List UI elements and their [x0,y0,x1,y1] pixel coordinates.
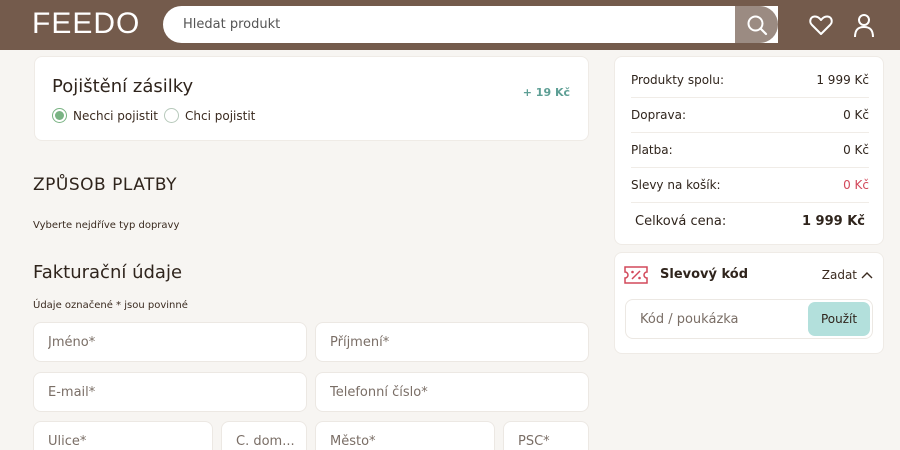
chevron-up-icon [861,272,873,279]
summary-value: 1 999 Kč [816,73,869,87]
apply-discount-button[interactable]: Použít [808,302,870,336]
radio-unchecked-icon[interactable] [164,108,179,123]
city-field[interactable] [315,421,495,450]
summary-value: 0 Kč [843,178,869,192]
radio-label: Nechci pojistit [73,108,158,123]
discount-code-input[interactable] [626,300,806,338]
insurance-price: + 19 Kč [522,86,570,99]
search-input[interactable] [163,6,723,43]
zip-field[interactable] [503,421,589,450]
summary-row-products: Produkty spolu: 1 999 Kč [631,63,869,98]
user-icon[interactable] [851,12,877,38]
first-name-field[interactable] [33,322,307,362]
logo[interactable]: FEEDO [32,7,140,41]
payment-heading: ZPŮSOB PLATBY [33,175,178,195]
search-icon [747,15,767,35]
radio-label: Chci pojistit [185,108,256,123]
search-bar [163,6,778,43]
site-header: FEEDO [0,0,900,50]
last-name-field[interactable] [315,322,589,362]
summary-row-shipping: Doprava: 0 Kč [631,98,869,133]
summary-row-discounts: Slevy na košík: 0 Kč [631,168,869,203]
total-value: 1 999 Kč [801,214,865,229]
total-label: Celková cena: [635,214,727,229]
summary-total: Celková cena: 1 999 Kč [635,214,865,229]
search-button[interactable] [735,6,778,43]
required-note: Údaje označené * jsou povinné [33,300,188,311]
discount-title: Slevový kód [660,267,749,282]
coupon-icon [624,266,648,284]
email-field[interactable] [33,372,307,412]
summary-label: Platba: [631,143,673,157]
discount-code-card: Slevový kód Zadat Použít [614,252,884,354]
heart-icon[interactable] [808,12,834,38]
street-field[interactable] [33,421,213,450]
summary-label: Doprava: [631,108,686,122]
insurance-card: Pojištění zásilky + 19 Kč Nechci pojisti… [34,56,589,141]
billing-heading: Fakturační údaje [33,262,183,283]
summary-label: Produkty spolu: [631,73,725,87]
discount-code-box: Použít [625,299,873,339]
insurance-title: Pojištění zásilky [52,76,194,97]
radio-checked-icon[interactable] [52,108,67,123]
discount-toggle-label: Zadat [821,268,857,282]
phone-field[interactable] [315,372,589,412]
summary-value: 0 Kč [843,108,869,122]
summary-label: Slevy na košík: [631,178,721,192]
order-summary: Produkty spolu: 1 999 Kč Doprava: 0 Kč P… [614,56,884,245]
radio-insurance[interactable]: Chci pojistit [164,108,255,123]
discount-toggle[interactable]: Zadat [822,268,873,282]
radio-no-insurance[interactable]: Nechci pojistit [52,108,158,123]
summary-value: 0 Kč [843,143,869,157]
payment-note: Vyberte nejdříve typ dopravy [33,220,180,231]
summary-row-payment: Platba: 0 Kč [631,133,869,168]
house-number-field[interactable] [221,421,307,450]
